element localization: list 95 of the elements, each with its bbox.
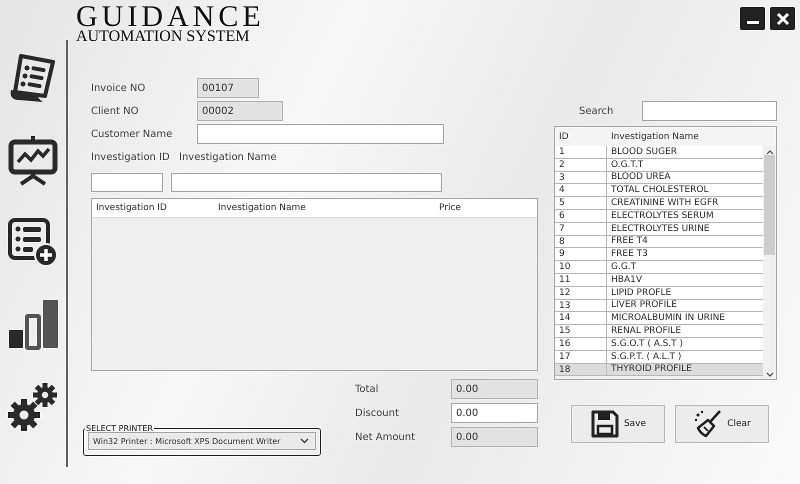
- list-add-icon[interactable]: [7, 216, 59, 268]
- investigation-id-field[interactable]: [91, 173, 163, 192]
- table-cell-text: BLOOD SUGER: [610, 146, 678, 157]
- list-row[interactable]: 9 FREE T3: [555, 248, 763, 262]
- table-cell-text: S.G.P.T. ( A.L.T ): [610, 352, 682, 362]
- chevron-up-icon: [766, 149, 774, 155]
- column-header[interactable]: Investigation Name: [214, 203, 435, 213]
- table-cell-text: O.G.T.T: [610, 160, 644, 170]
- save-button[interactable]: Save: [571, 405, 665, 443]
- table-cell-text: RENAL PROFILE: [610, 326, 682, 336]
- amount-field[interactable]: 0.00: [451, 379, 538, 399]
- list-row[interactable]: 2 O.G.T.T: [555, 158, 763, 172]
- table-cell-text: FREE T4: [610, 236, 649, 246]
- column-header[interactable]: Price: [435, 203, 461, 213]
- amount-field[interactable]: 0.00: [451, 403, 538, 423]
- table-cell-text: ELECTROLYTES URINE: [610, 224, 710, 234]
- list-row[interactable]: 6 ELECTROLYTES SERUM: [555, 210, 763, 223]
- amount-field[interactable]: 0.00: [451, 427, 538, 447]
- list-row[interactable]: 8 FREE T4: [555, 236, 763, 248]
- table-cell-text: S.G.O.T ( A.S.T ): [610, 338, 684, 349]
- total-label: Discount: [355, 408, 400, 418]
- text-field[interactable]: 00107: [197, 78, 259, 98]
- table-cell: 14: [555, 312, 607, 324]
- total-label: Net Amount: [355, 432, 416, 442]
- field-label: Investigation ID: [91, 152, 171, 165]
- table-cell-text: FREE T3: [610, 249, 649, 260]
- table-cell: 13: [555, 300, 607, 312]
- list-row[interactable]: 7 ELECTROLYTES URINE: [555, 222, 763, 236]
- table-cell-text: LIPID PROFLE: [610, 288, 672, 298]
- table-cell-text: LIVER PROFILE: [610, 300, 678, 310]
- field-label: Investigation Name: [179, 152, 277, 165]
- list-row[interactable]: 1 BLOOD SUGER: [555, 146, 763, 159]
- column-header[interactable]: Investigation ID: [92, 203, 214, 213]
- table-cell: 10: [555, 261, 607, 273]
- table-cell: 12: [555, 286, 607, 299]
- close-icon: [776, 12, 790, 26]
- list-row[interactable]: 15 RENAL PROFILE: [555, 325, 763, 338]
- table-cell: 16: [555, 338, 607, 350]
- table-cell-text: CREATININE WITH EGFR: [610, 198, 720, 208]
- printer-dropdown[interactable]: Win32 Printer : Microsoft XPS Document Writer: [88, 432, 316, 450]
- table-cell: 18: [555, 364, 607, 376]
- field-label: Invoice NO: [91, 82, 146, 94]
- search-label: Search: [579, 106, 614, 116]
- field-label: Customer Name: [91, 128, 174, 140]
- column-header[interactable]: Investigation Name: [607, 132, 776, 142]
- table-cell-text: TOTAL CHOLESTEROL: [610, 185, 710, 196]
- list-row[interactable]: 16 S.G.O.T ( A.S.T ): [555, 338, 763, 351]
- app-title: GUIDANCE: [76, 4, 265, 30]
- list-row[interactable]: 14 MICROALBUMIN IN URINE: [555, 312, 763, 326]
- list-row[interactable]: 12 LIPID PROFLE: [555, 286, 763, 300]
- investigation-name-field[interactable]: [171, 173, 442, 192]
- table-cell: 15: [555, 325, 607, 337]
- field-label: Client NO: [91, 106, 140, 116]
- list-row[interactable]: 13 LIVER PROFILE: [555, 300, 763, 312]
- table-cell-text: MICROALBUMIN IN URINE: [610, 313, 726, 324]
- table-cell: 3: [555, 172, 607, 184]
- gears-icon[interactable]: [7, 380, 59, 432]
- group-label: SELECT PRINTER: [85, 424, 154, 433]
- table-cell: 9: [555, 248, 607, 260]
- list-row[interactable]: 5 CREATININE WITH EGFR: [555, 197, 763, 210]
- table-cell: 6: [555, 210, 607, 222]
- table-cell-text: THYROID PROFILE: [610, 364, 693, 374]
- list-row[interactable]: 17 S.G.P.T. ( A.L.T ): [555, 350, 763, 364]
- minimize-icon: [746, 21, 758, 24]
- table-cell: 5: [555, 197, 607, 209]
- table-cell-text: BLOOD UREA: [610, 172, 672, 182]
- table-cell-text: HBA1V: [610, 274, 643, 285]
- minimize-button[interactable]: [740, 7, 765, 30]
- table-cell: 4: [555, 184, 607, 196]
- bar-chart-icon[interactable]: [7, 298, 59, 350]
- total-label: Total: [355, 384, 380, 394]
- table-cell: 1: [555, 146, 607, 158]
- column-header[interactable]: ID: [555, 132, 607, 142]
- app-subtitle: AUTOMATION SYSTEM: [76, 30, 250, 44]
- list-row[interactable]: 11 HBA1V: [555, 274, 763, 287]
- chevron-down-icon: [766, 372, 774, 378]
- list-row[interactable]: 4 TOTAL CHOLESTEROL: [555, 184, 763, 198]
- chevron-down-icon: [300, 438, 309, 444]
- list-row[interactable]: 3 BLOOD UREA: [555, 172, 763, 184]
- list-row[interactable]: 10 G.G.T: [555, 261, 763, 274]
- clear-button[interactable]: Clear: [675, 405, 769, 443]
- table-cell: 7: [555, 222, 607, 235]
- table-cell: 2: [555, 158, 607, 171]
- table-cell-text: ELECTROLYTES SERUM: [610, 210, 715, 221]
- search-field[interactable]: [642, 101, 777, 121]
- text-field[interactable]: 00002: [197, 101, 283, 121]
- presentation-chart-icon[interactable]: [7, 134, 59, 186]
- table-cell: 8: [555, 236, 607, 248]
- close-button[interactable]: [770, 7, 795, 30]
- table-cell: 17: [555, 350, 607, 363]
- text-field[interactable]: [197, 124, 444, 144]
- table-cell-text: G.G.T: [610, 262, 638, 272]
- table-cell: 11: [555, 274, 607, 286]
- broom-icon: [693, 409, 724, 439]
- list-row[interactable]: 18 THYROID PROFILE: [555, 364, 763, 376]
